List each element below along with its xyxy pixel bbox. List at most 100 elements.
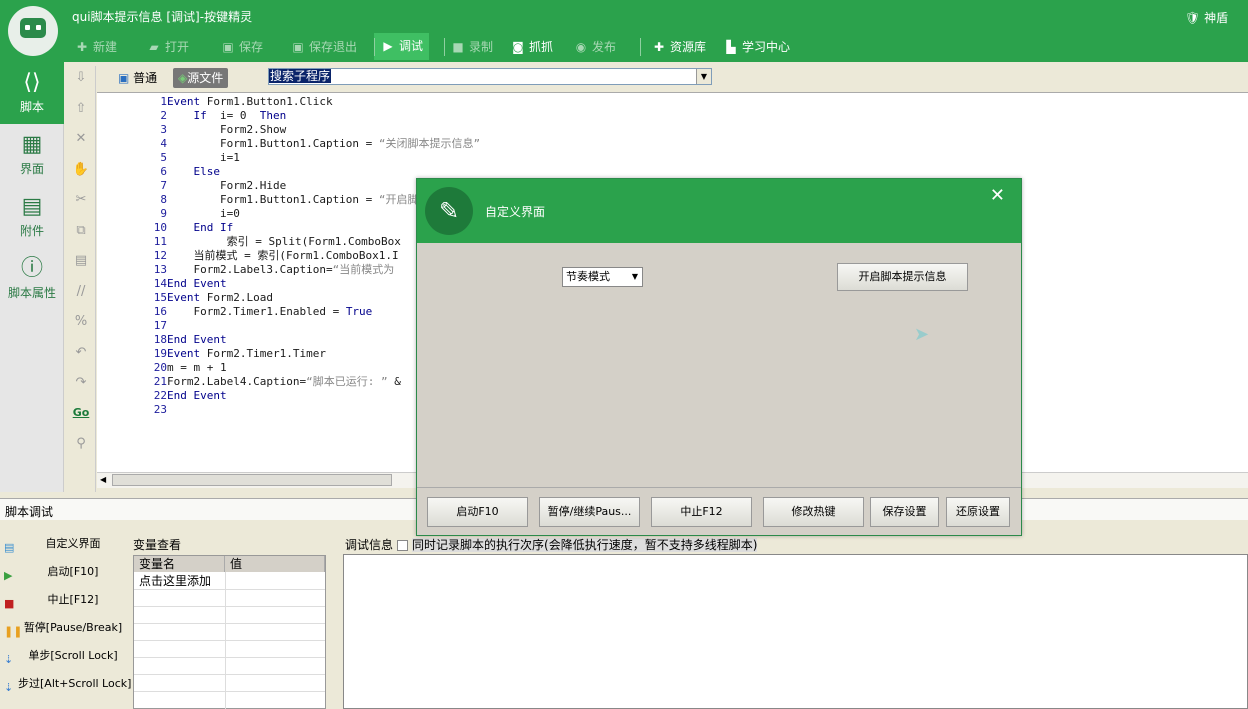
line-number: 5 [160, 151, 167, 164]
sidebar-item-info[interactable]: ⓘ 脚本属性 [0, 248, 64, 310]
toolbar-label: 调试 [399, 39, 424, 53]
code-line[interactable]: Event Form2.Timer1.Timer [167, 347, 326, 361]
dialog-button[interactable]: 修改热键 [763, 497, 864, 527]
code-line[interactable]: End Event [167, 277, 227, 291]
close-icon[interactable]: ✕ [990, 185, 1005, 206]
chevron-down-icon[interactable]: ▼ [696, 69, 711, 84]
debug-output[interactable] [343, 554, 1248, 709]
redo-icon[interactable]: ↷ [71, 375, 91, 390]
code-line[interactable]: Event Form2.Load [167, 291, 273, 305]
cut-icon[interactable]: ✂ [71, 192, 91, 207]
line-number: 21 [153, 375, 167, 388]
record-order-label[interactable]: 同时记录脚本的执行次序(会降低执行速度，暂不支持多线程脚本) [412, 538, 758, 552]
source-icon: ◈ [178, 71, 188, 85]
toolbar-record-button[interactable]: ■ 录制 [450, 36, 493, 58]
code-line[interactable]: If i= 0 Then [167, 109, 287, 123]
code-line[interactable]: End If [167, 221, 234, 235]
code-line[interactable]: 当前模式 = 索引(Form1.ComboBox1.I [167, 249, 398, 263]
debug-info-bar: 调试信息 同时记录脚本的执行次序(会降低执行速度，暂不支持多线程脚本) [345, 536, 758, 553]
code-line[interactable]: End Event [167, 389, 227, 403]
dialog-button[interactable]: 暂停/继续Paus... [539, 497, 640, 527]
code-line[interactable]: Event Form1.Button1.Click [167, 95, 333, 109]
line-number: 18 [153, 333, 167, 346]
line-number: 23 [153, 403, 167, 416]
mouse-cursor-icon: ➤ [914, 324, 930, 345]
toolbar-book-button[interactable]: ▙ 学习中心 [723, 36, 790, 58]
move-up-icon[interactable]: ⇧ [71, 101, 91, 116]
mode-normal-tab[interactable]: ▣ 普通 [113, 68, 162, 88]
toolbar-label: 打开 [165, 40, 190, 54]
code-line[interactable]: i=0 [167, 207, 240, 221]
toolbar-capture-button[interactable]: ◙ 抓抓 [510, 36, 553, 58]
capture-icon: ◙ [512, 40, 524, 54]
form-icon: ▤ [4, 541, 15, 554]
line-number: 6 [160, 165, 167, 178]
code-line[interactable]: Form2.Label4.Caption=“脚本已运行: ” & [167, 375, 401, 389]
subroutine-search-combo[interactable]: 搜索子程序 ▼ [268, 68, 712, 85]
mode-combo[interactable]: 节奏模式 ▼ [562, 267, 643, 287]
goto-icon[interactable]: Go [71, 406, 91, 419]
sidebar-item-script[interactable]: ⟨⟩ 脚本 [0, 62, 64, 124]
code-line[interactable]: Form2.Show [167, 123, 286, 137]
code-line[interactable]: Form1.Button1.Caption = “关闭脚本提示信息” [167, 137, 480, 151]
copy-icon[interactable]: ⧉ [71, 223, 91, 238]
variable-table[interactable]: 变量名 值 点击这里添加 [133, 555, 326, 709]
debug-start-button[interactable]: ▶ 启动[F10] [4, 561, 132, 583]
debug-form-button[interactable]: ▤ 自定义界面 [4, 533, 132, 555]
column-header-name[interactable]: 变量名 [134, 556, 225, 572]
comment-icon[interactable]: // [71, 284, 91, 299]
mode-source-tab[interactable]: ◈源文件 [173, 68, 229, 88]
toolbar-folder-button[interactable]: ▰ 打开 [146, 36, 189, 58]
dialog-button[interactable]: 还原设置 [946, 497, 1010, 527]
toolbar-resource-button[interactable]: ✚ 资源库 [651, 36, 706, 58]
toolbar-label: 保存退出 [309, 40, 358, 54]
code-line[interactable]: Else [167, 165, 221, 179]
toolbar-save-exit-button[interactable]: ▣ 保存退出 [290, 36, 357, 58]
toolbar-separator [640, 38, 641, 56]
step-over-icon: ⇣ [4, 681, 14, 694]
add-variable-row[interactable]: 点击这里添加 [134, 573, 325, 590]
scroll-left-icon[interactable]: ◀ [100, 475, 106, 484]
code-line[interactable]: i=1 [167, 151, 240, 165]
sidebar-item-interface[interactable]: ▦ 界面 [0, 124, 64, 186]
move-down-icon[interactable]: ⇩ [71, 70, 91, 85]
dialog-button[interactable]: 保存设置 [870, 497, 939, 527]
delete-icon[interactable]: ✕ [71, 131, 91, 146]
code-line[interactable]: m = m + 1 [167, 361, 227, 375]
dialog-button[interactable]: 启动F10 [427, 497, 528, 527]
paste-icon[interactable]: ▤ [71, 253, 91, 268]
sidebar-item-attachment[interactable]: ▤ 附件 [0, 186, 64, 248]
code-line[interactable]: Form2.Timer1.Enabled = True [167, 305, 372, 319]
dialog-button[interactable]: 中止F12 [651, 497, 752, 527]
table-row [134, 590, 325, 607]
uncomment-icon[interactable]: % [71, 314, 91, 329]
toolbar-publish-button[interactable]: ◉ 发布 [573, 36, 616, 58]
code-line[interactable]: Form2.Label3.Caption=“当前模式为 [167, 263, 394, 277]
window-title: qui脚本提示信息 [调试]-按键精灵 [72, 10, 253, 24]
edit-form-icon: ✎ [425, 187, 473, 235]
debug-stop-button[interactable]: ■ 中止[F12] [4, 589, 132, 611]
toggle-tip-button[interactable]: 开启脚本提示信息 [837, 263, 968, 291]
column-header-value[interactable]: 值 [225, 556, 325, 572]
code-line[interactable]: Form2.Hide [167, 179, 286, 193]
hand-icon[interactable]: ✋ [71, 162, 91, 177]
line-number: 9 [160, 207, 167, 220]
play-icon: ▶ [383, 39, 393, 53]
shield-button[interactable]: 🛡 神盾 [1185, 9, 1228, 26]
code-line[interactable]: 索引 = Split(Form1.ComboBox [167, 235, 401, 249]
pause-icon: ❚❚ [4, 625, 23, 638]
undo-icon[interactable]: ↶ [71, 345, 91, 360]
debug-pause-button[interactable]: ❚❚暂停[Pause/Break] [4, 617, 132, 639]
toolbar-play-button[interactable]: ▶ 调试 [374, 33, 430, 60]
debug-step-button[interactable]: ⇣ 单步[Scroll Lock] [4, 645, 132, 667]
left-nav: ⟨⟩ 脚本 ▦ 界面 ▤ 附件 ⓘ 脚本属性 [0, 62, 64, 492]
toolbar-plus-button[interactable]: ✚ 新建 [74, 36, 117, 58]
debug-step-over-button[interactable]: ⇣ 步过[Alt+Scroll Lock] [4, 673, 132, 695]
find-icon[interactable]: ⚲ [71, 436, 91, 451]
toolbar-save-button[interactable]: ▣ 保存 [220, 36, 263, 58]
save-exit-icon: ▣ [292, 40, 304, 54]
title-bar: qui脚本提示信息 [调试]-按键精灵 🛡 神盾 ✚ 新建 ▰ 打开 ▣ 保存 ▣ 保存退出 ▶… [0, 0, 1248, 62]
code-line[interactable]: End Event [167, 333, 227, 347]
record-order-checkbox[interactable] [397, 540, 409, 551]
scrollbar-thumb[interactable] [112, 474, 392, 486]
